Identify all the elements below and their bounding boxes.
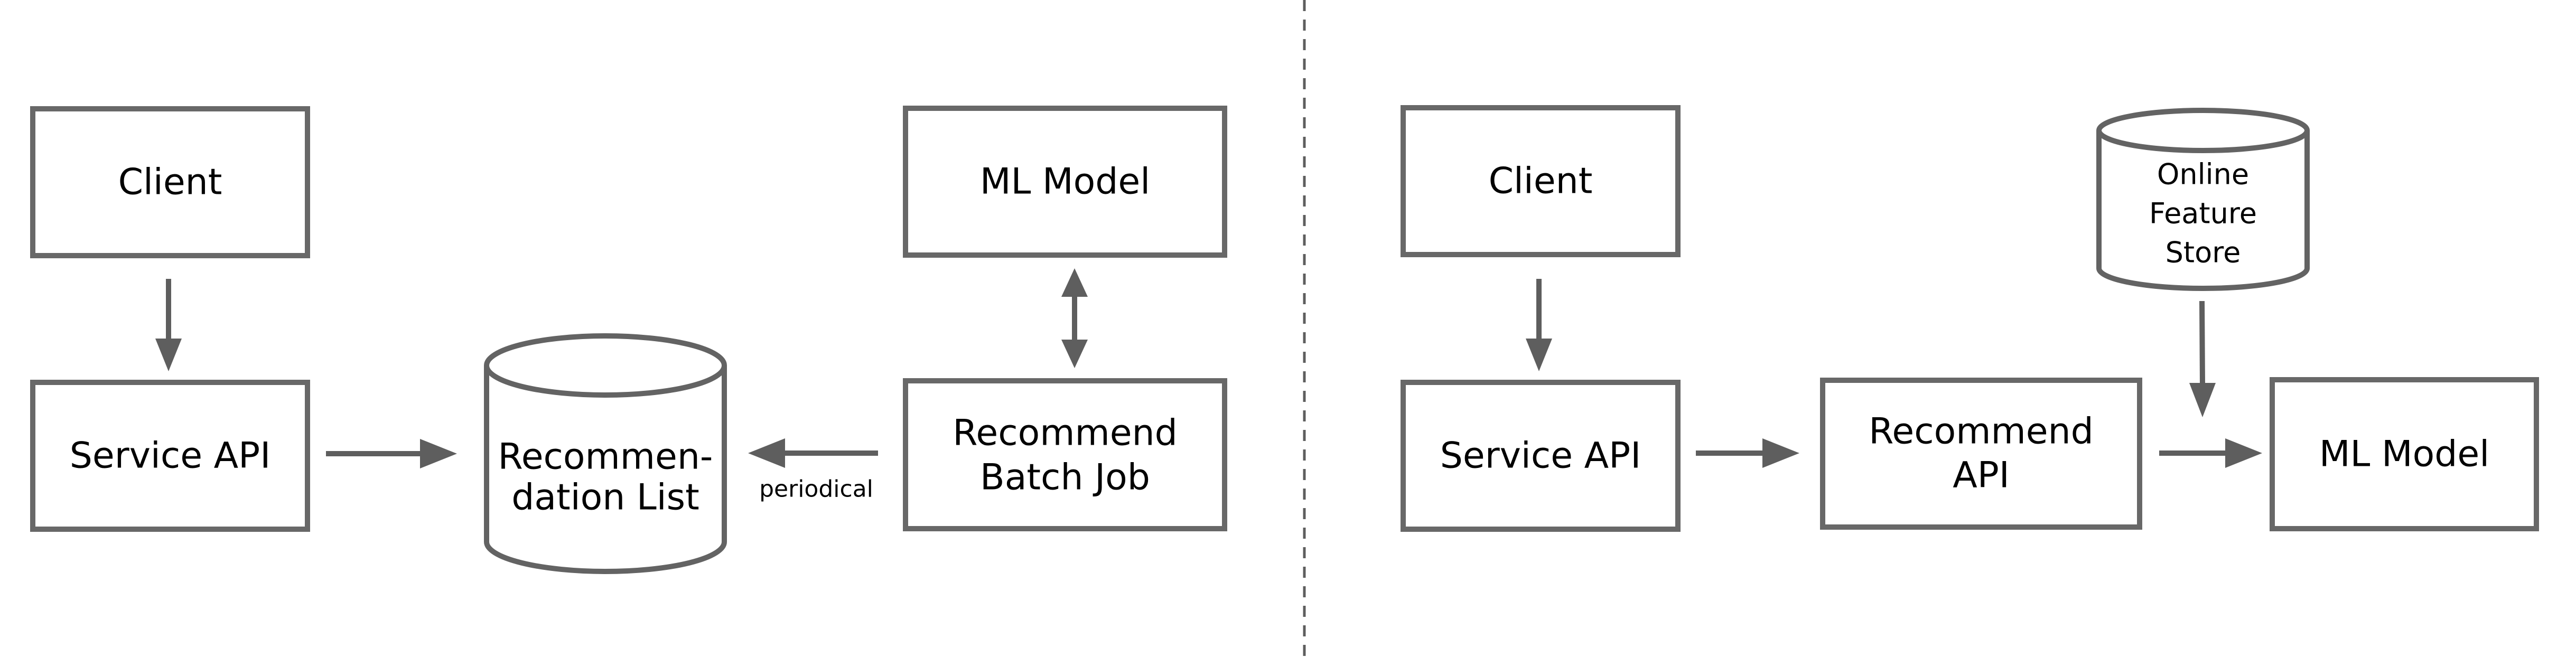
feature-store-label-line3: Store [2166,236,2241,269]
batch-job-node[interactable]: Recommend Batch Job [903,378,1227,531]
arrow-client-to-service-right [1526,279,1552,371]
arrow-batch-to-list [748,438,878,468]
client-label: Client [118,162,222,203]
client-node[interactable]: Client [30,106,310,258]
arrow-recommend-api-to-model [2159,438,2262,468]
arrow-service-to-list [326,439,457,468]
ml-model-node-right[interactable]: ML Model [2270,377,2539,531]
recommendation-list-label-line2: dation List [511,477,699,519]
ml-model-label: ML Model [980,161,1150,203]
periodical-edge-label: periodical [759,476,873,503]
recommend-api-label-line1: Recommend [1869,411,2094,453]
service-api-label-right: Service API [1440,435,1641,477]
service-api-node-right[interactable]: Service API [1401,380,1681,532]
service-api-label: Service API [70,435,271,477]
recommendation-list-label-line1: Recommen- [498,436,713,478]
arrow-service-to-recommend-api [1696,438,1799,468]
arrow-client-to-service [155,279,182,371]
arrow-feature-store-to-model [2189,301,2216,417]
ml-model-node[interactable]: ML Model [903,106,1227,258]
recommend-api-label-line2: API [1953,455,2010,496]
client-label-right: Client [1489,161,1593,202]
right-diagram: Client Service API Recommend API Online [1401,105,2539,532]
client-node-right[interactable]: Client [1401,105,1681,257]
batch-job-label-line2: Batch Job [980,457,1150,499]
architecture-diagram: Client Service API Recommen- dation List… [30,0,2539,657]
batch-job-label-line1: Recommend [953,412,1178,454]
recommendation-list-store[interactable]: Recommen- dation List [484,333,727,574]
feature-store-label-line1: Online [2157,158,2249,191]
arrow-bidirectional-model-batch [1061,268,1088,368]
left-diagram: Client Service API Recommen- dation List… [30,106,1227,574]
feature-store-label-line2: Feature [2149,197,2257,230]
recommend-api-node[interactable]: Recommend API [1820,378,2142,530]
ml-model-label-right: ML Model [2319,434,2489,475]
service-api-node[interactable]: Service API [30,380,310,532]
feature-store[interactable]: Online Feature Store [2096,108,2310,291]
